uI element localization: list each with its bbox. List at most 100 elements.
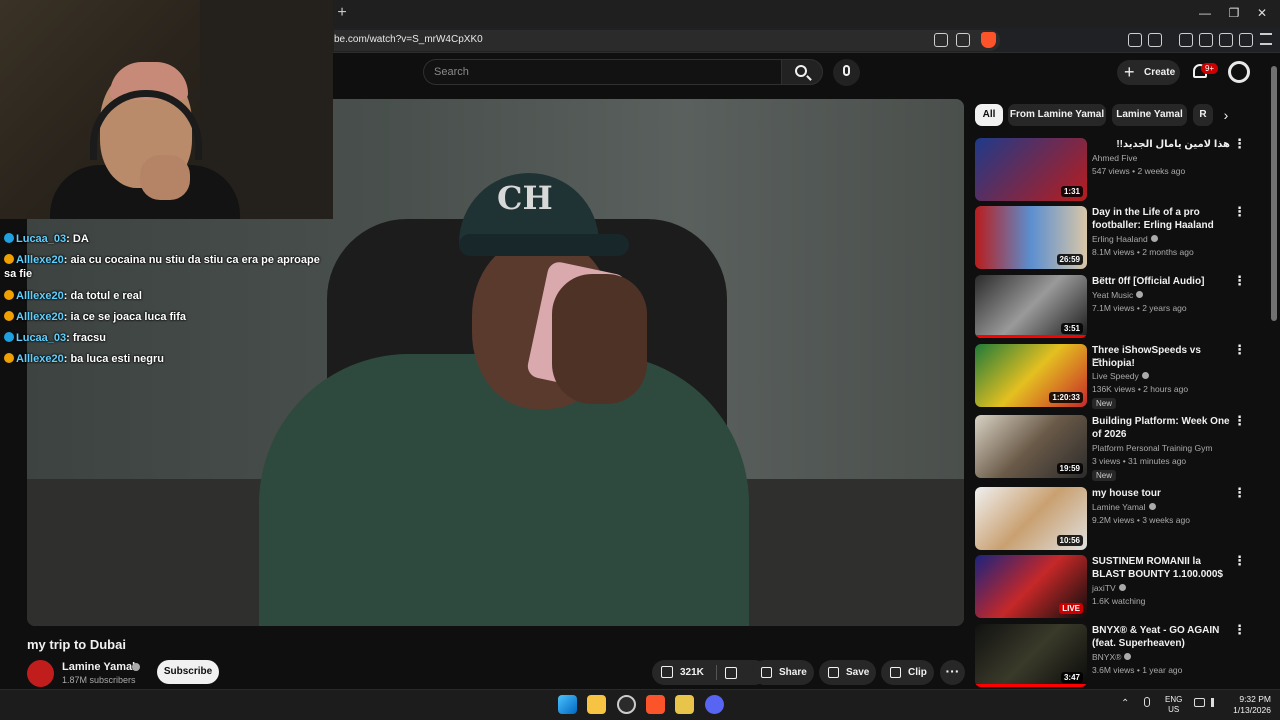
kebab-menu-icon[interactable]: ⋮ xyxy=(1233,414,1246,427)
duration-badge: 26:59 xyxy=(1056,254,1083,265)
recommendation-title[interactable]: my house tour xyxy=(1092,487,1230,500)
recommendation-title[interactable]: Three iShowSpeeds vs Ethiopia! xyxy=(1092,344,1230,370)
recommendation-channel[interactable]: jaxiTV xyxy=(1092,583,1126,593)
channel-name[interactable]: Lamine Yamal xyxy=(62,661,135,673)
chat-badge-icon xyxy=(4,290,14,300)
kebab-menu-icon[interactable]: ⋮ xyxy=(1233,205,1246,218)
search-input[interactable] xyxy=(423,59,781,85)
network-icon[interactable] xyxy=(1194,698,1205,707)
account-avatar[interactable] xyxy=(1228,61,1250,83)
leo-ai-icon[interactable] xyxy=(1239,33,1253,47)
discord-icon[interactable] xyxy=(705,695,724,714)
language-indicator[interactable]: ENG US xyxy=(1165,695,1182,715)
wallet-icon[interactable] xyxy=(1219,33,1233,47)
create-label: Create xyxy=(1144,67,1176,78)
share-button[interactable]: Share xyxy=(752,660,814,685)
duration-badge: 1:20:33 xyxy=(1049,392,1083,403)
brave-shield-icon[interactable] xyxy=(981,32,996,48)
chip-lamine-yamal[interactable]: Lamine Yamal xyxy=(1112,104,1187,126)
recommendation-channel[interactable]: Erling Haaland xyxy=(1092,234,1158,244)
music-icon[interactable] xyxy=(1179,33,1193,47)
recommendation-meta: 3.6M views • 1 year ago xyxy=(1092,665,1183,675)
recommendation-item[interactable]: LIVE SUSTINEM ROMANII la BLAST BOUNTY 1.1… xyxy=(975,554,1250,619)
clock[interactable]: 9:32 PM 1/13/2026 xyxy=(1226,694,1271,716)
recommendation-channel[interactable]: Ahmed Five xyxy=(1092,153,1137,163)
url-text[interactable]: be.com/watch?v=S_mrW4CpXK0 xyxy=(334,34,483,45)
obs-icon[interactable] xyxy=(617,695,636,714)
recommendation-channel[interactable]: Platform Personal Training Gym xyxy=(1092,443,1212,453)
video-thumbnail[interactable]: 3:47 xyxy=(975,624,1087,687)
recommendation-channel[interactable]: Lamine Yamal xyxy=(1092,502,1156,512)
verified-icon xyxy=(1141,372,1149,379)
kebab-menu-icon[interactable]: ⋮ xyxy=(1233,486,1246,499)
recommendation-title[interactable]: Building Platform: Week One of 2026 xyxy=(1092,415,1230,441)
recommendation-title[interactable]: BNYX® & Yeat - GO AGAIN (feat. Superheav… xyxy=(1092,624,1230,650)
kebab-menu-icon[interactable]: ⋮ xyxy=(1233,274,1246,287)
recommendation-channel[interactable]: BNYX® xyxy=(1092,652,1132,662)
save-button[interactable]: Save xyxy=(819,660,876,685)
recommendation-channel[interactable]: Yeat Music xyxy=(1092,290,1144,300)
volume-icon[interactable] xyxy=(1211,698,1219,707)
kebab-menu-icon[interactable]: ⋮ xyxy=(1233,137,1246,150)
recommendation-title[interactable]: هذا لامين يامال الجديد!! xyxy=(1092,138,1230,151)
app-icon[interactable] xyxy=(675,695,694,714)
scrollbar-thumb[interactable] xyxy=(1271,66,1277,321)
brave-browser-icon[interactable] xyxy=(646,695,665,714)
file-explorer-icon[interactable] xyxy=(587,695,606,714)
more-actions-button[interactable]: ··· xyxy=(940,660,965,685)
video-thumbnail[interactable]: 1:20:33 xyxy=(975,344,1087,407)
chat-badge-icon xyxy=(4,332,14,342)
search-icon xyxy=(795,65,807,77)
video-thumbnail[interactable]: 3:51 xyxy=(975,275,1087,338)
recommendation-title[interactable]: SUSTINEM ROMANII la BLAST BOUNTY 1.100.0… xyxy=(1092,555,1230,581)
chip-from-lamine-yamal[interactable]: From Lamine Yamal xyxy=(1008,104,1106,126)
recommendation-title[interactable]: Bëttr 0ff [Official Audio] xyxy=(1092,275,1230,288)
chevron-right-icon[interactable]: › xyxy=(1218,107,1234,123)
restore-button[interactable]: ❐ xyxy=(1226,5,1242,21)
video-thumbnail[interactable]: LIVE xyxy=(975,555,1087,618)
menu-icon[interactable] xyxy=(1260,33,1272,45)
kebab-menu-icon[interactable]: ⋮ xyxy=(1233,343,1246,356)
chip-more[interactable]: R xyxy=(1193,104,1213,126)
recommendation-title[interactable]: Day in the Life of a pro footballer: Erl… xyxy=(1092,206,1230,232)
reading-list-icon[interactable] xyxy=(1148,33,1162,47)
recommendation-item[interactable]: 3:51 Bëttr 0ff [Official Audio] Yeat Music… xyxy=(975,274,1250,339)
close-window-button[interactable]: ✕ xyxy=(1254,5,1270,21)
subscribe-button[interactable]: Subscribe xyxy=(157,660,219,684)
recommendation-channel[interactable]: Live Speedy xyxy=(1092,371,1149,381)
sidebar-icon[interactable] xyxy=(1199,33,1213,47)
save-label: Save xyxy=(846,667,870,678)
microphone-tray-icon[interactable] xyxy=(1144,697,1150,707)
recommendation-item[interactable]: 3:47 BNYX® & Yeat - GO AGAIN (feat. Super… xyxy=(975,623,1250,688)
chip-all[interactable]: All xyxy=(975,104,1003,126)
kebab-menu-icon[interactable]: ⋮ xyxy=(1233,623,1246,636)
clock-date: 1/13/2026 xyxy=(1233,705,1271,715)
video-thumbnail[interactable]: 19:59 xyxy=(975,415,1087,478)
chevron-up-icon[interactable]: ⌃ xyxy=(1121,698,1129,709)
video-title: my trip to Dubai xyxy=(27,637,126,652)
thumbs-down-icon[interactable] xyxy=(725,667,737,679)
recommendation-item[interactable]: 19:59 Building Platform: Week One of 2026… xyxy=(975,414,1250,481)
clip-button[interactable]: Clip xyxy=(881,660,934,685)
like-dislike-group[interactable]: 321K xyxy=(652,660,767,685)
recommendation-item[interactable]: 1:31 هذا لامين يامال الجديد!! Ahmed Five 54… xyxy=(975,137,1250,202)
new-tab-button[interactable]: + xyxy=(334,4,350,22)
recommendation-item[interactable]: 26:59 Day in the Life of a pro footballer… xyxy=(975,205,1250,270)
video-thumbnail[interactable]: 26:59 xyxy=(975,206,1087,269)
share-page-icon[interactable] xyxy=(956,33,970,47)
video-thumbnail[interactable]: 1:31 xyxy=(975,138,1087,201)
thumbs-up-icon[interactable] xyxy=(661,666,673,678)
recommendation-item[interactable]: 1:20:33 Three iShowSpeeds vs Ethiopia! ET L… xyxy=(975,343,1250,409)
cast-icon[interactable] xyxy=(934,33,948,47)
channel-name-text: Lamine Yamal xyxy=(1092,502,1146,512)
windows-start-icon[interactable] xyxy=(558,695,577,714)
share-label: Share xyxy=(779,667,807,678)
video-thumbnail[interactable]: 10:56 xyxy=(975,487,1087,550)
recommendation-item[interactable]: 10:56 my house tour Lamine Yamal 9.2M views… xyxy=(975,486,1250,551)
language-code: ENG xyxy=(1165,695,1183,704)
minimize-button[interactable]: — xyxy=(1197,5,1213,21)
kebab-menu-icon[interactable]: ⋮ xyxy=(1233,554,1246,567)
video-hand xyxy=(552,274,647,404)
channel-avatar[interactable] xyxy=(27,660,54,687)
extensions-icon[interactable] xyxy=(1128,33,1142,47)
